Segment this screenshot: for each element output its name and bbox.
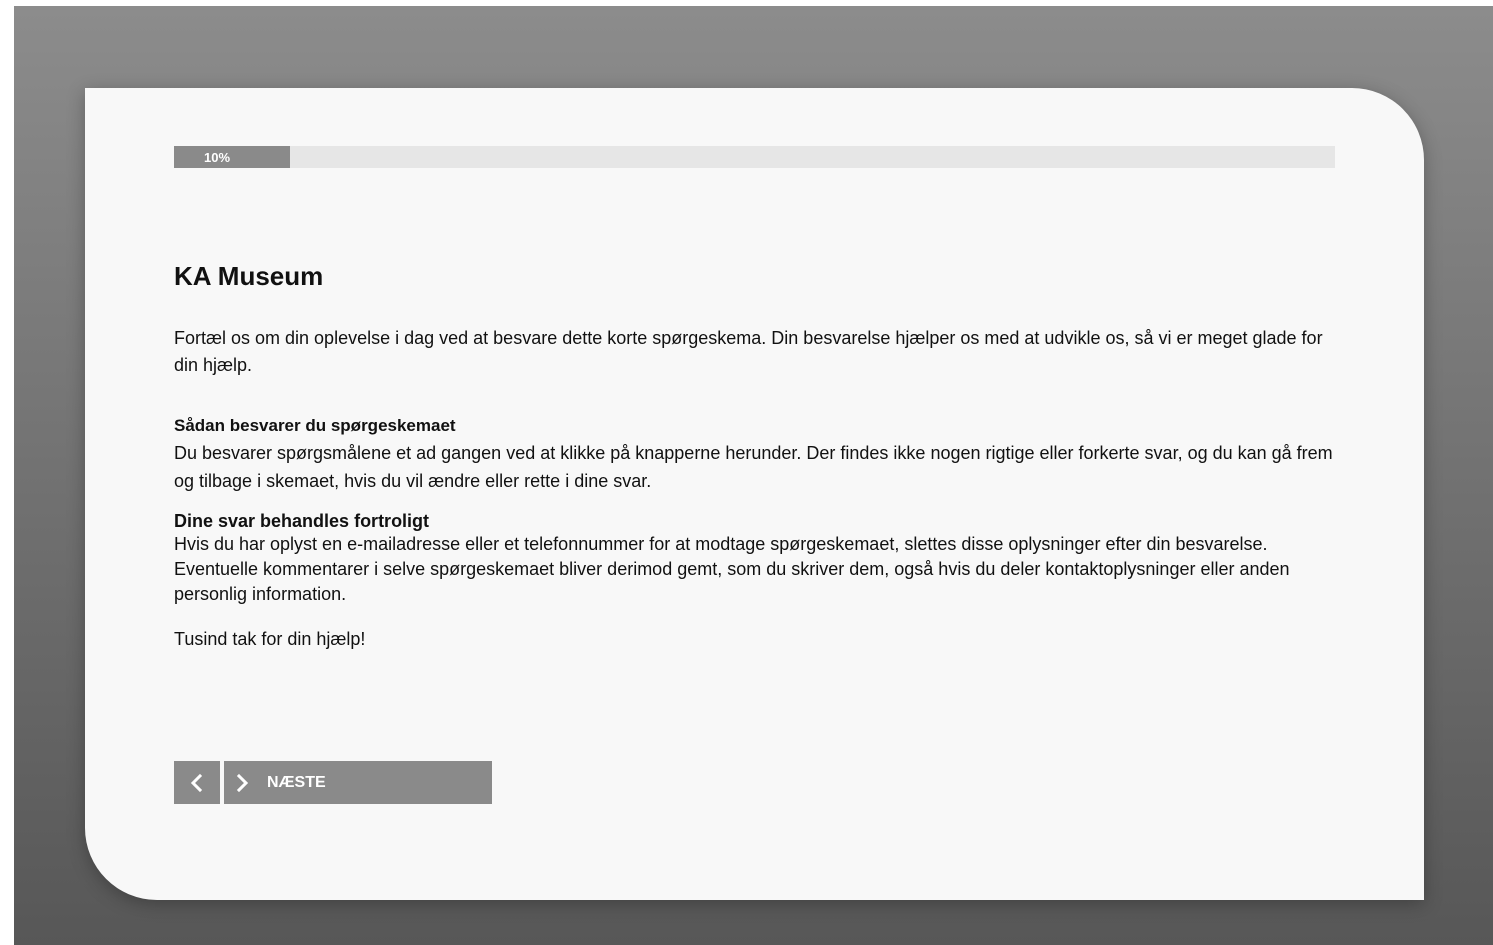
next-button-label: NÆSTE — [267, 774, 326, 791]
survey-title: KA Museum — [174, 261, 324, 291]
instructions-heading: Sådan besvarer du spørgeskemaet — [174, 416, 456, 435]
progress-bar-fill: 10% — [174, 146, 291, 168]
previous-button[interactable] — [174, 761, 220, 804]
privacy-text: Hvis du har oplyst en e-mailadresse elle… — [174, 534, 1290, 604]
thanks-text: Tusind tak for din hjælp! — [174, 629, 366, 649]
chevron-left-icon — [189, 773, 205, 796]
survey-intro: KA Museum Fortæl os om din oplevelse i d… — [174, 260, 1349, 651]
next-button[interactable]: NÆSTE — [224, 761, 492, 804]
survey-card: 10% KA Museum Fortæl os om din oplevelse… — [85, 88, 1424, 900]
progress-bar: 10% — [174, 146, 1335, 168]
instructions-text: Du besvarer spørgsmålene et ad gangen ve… — [174, 443, 1333, 491]
progress-label: 10% — [204, 150, 231, 165]
intro-text: Fortæl os om din oplevelse i dag ved at … — [174, 328, 1323, 375]
privacy-heading: Dine svar behandles fortroligt — [174, 511, 430, 531]
chevron-right-icon — [234, 773, 250, 796]
